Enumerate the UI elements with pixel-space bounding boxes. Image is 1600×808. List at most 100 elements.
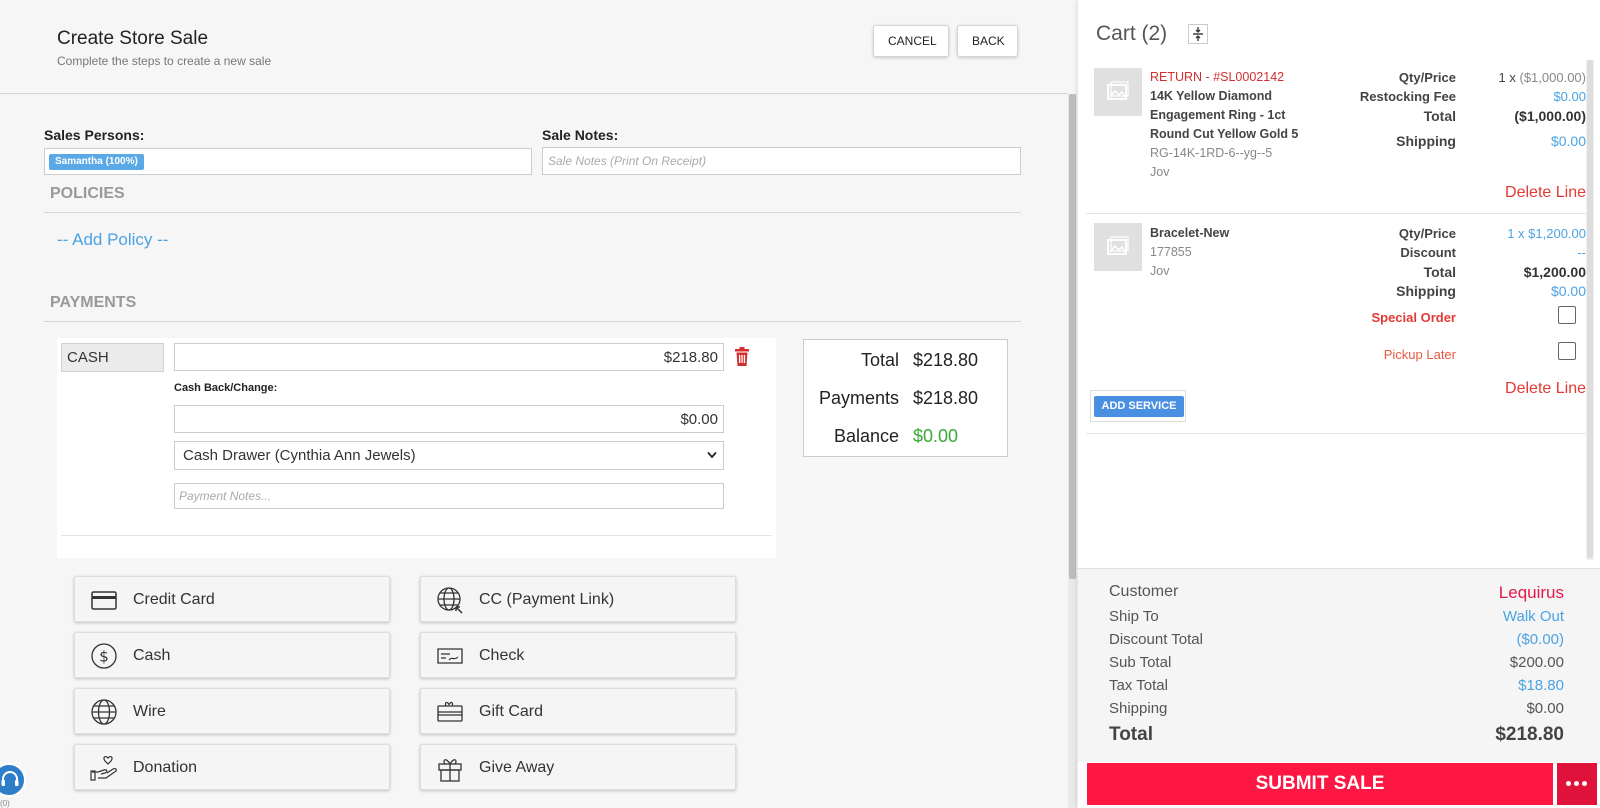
cashback-label: Cash Back/Change: bbox=[174, 382, 278, 394]
image-placeholder-icon bbox=[1107, 236, 1129, 255]
payment-notes-input[interactable] bbox=[174, 483, 724, 509]
delete-line-button[interactable]: Delete Line bbox=[1505, 380, 1586, 398]
special-order-checkbox[interactable] bbox=[1558, 306, 1576, 324]
totals-row-total: Total $218.80 bbox=[804, 350, 1009, 374]
main-panel: Create Store Sale Complete the steps to … bbox=[0, 0, 1068, 808]
ship-to-value[interactable]: Walk Out bbox=[1503, 608, 1564, 625]
gift-card-button[interactable]: Gift Card bbox=[420, 688, 736, 734]
donation-label: Donation bbox=[133, 759, 198, 776]
delete-line-button[interactable]: Delete Line bbox=[1505, 184, 1586, 202]
cart-summary: Customer Lequirus Ship To Walk Out Disco… bbox=[1078, 568, 1600, 762]
more-dot-icon bbox=[1574, 781, 1579, 786]
chevron-down-icon bbox=[707, 451, 717, 459]
item-name: Bracelet-New bbox=[1150, 226, 1230, 240]
item-sku: RG-14K-1RD-6--yg--5 bbox=[1150, 146, 1273, 160]
grand-total-value: $218.80 bbox=[1495, 724, 1564, 745]
sale-notes-input[interactable] bbox=[542, 147, 1021, 175]
summary-ship-to-row: Ship To Walk Out bbox=[1109, 608, 1564, 628]
credit-card-label: Credit Card bbox=[133, 591, 215, 608]
customer-label: Customer bbox=[1109, 583, 1179, 600]
pickup-later-checkbox[interactable] bbox=[1558, 342, 1576, 360]
sale-notes-label: Sale Notes: bbox=[542, 127, 619, 143]
cc-payment-link-label: CC (Payment Link) bbox=[479, 591, 615, 608]
summary-discount-row: Discount Total ($0.00) bbox=[1109, 631, 1564, 651]
shipping-value[interactable]: $0.00 bbox=[1551, 283, 1586, 299]
wire-label: Wire bbox=[133, 703, 166, 720]
main-scrollbar[interactable] bbox=[1068, 94, 1077, 808]
shipping-label: Shipping bbox=[1396, 133, 1456, 149]
credit-card-icon bbox=[91, 591, 117, 610]
discount-label: Discount bbox=[1400, 245, 1456, 260]
balance-label: Balance bbox=[833, 426, 899, 446]
more-options-button[interactable] bbox=[1557, 763, 1597, 805]
item-name-line: Round Cut Yellow Gold 5 bbox=[1150, 127, 1299, 141]
qty-price-value[interactable]: 1 x $1,200.00 bbox=[1507, 226, 1586, 241]
tax-total-value[interactable]: $18.80 bbox=[1518, 677, 1564, 694]
add-service-button[interactable]: ADD SERVICE bbox=[1094, 396, 1184, 417]
cash-drawer-select[interactable]: Cash Drawer (Cynthia Ann Jewels) bbox=[174, 441, 724, 470]
item-vendor: Jov bbox=[1150, 165, 1170, 179]
discount-total-value[interactable]: ($0.00) bbox=[1516, 631, 1564, 648]
item-sku: 177855 bbox=[1150, 245, 1192, 259]
globe-icon bbox=[91, 699, 117, 725]
wire-button[interactable]: Wire bbox=[74, 688, 390, 734]
cart-scrollbar[interactable] bbox=[1586, 60, 1594, 560]
cc-payment-link-button[interactable]: CC (Payment Link) bbox=[420, 576, 736, 622]
gift-card-icon bbox=[437, 701, 463, 722]
back-button[interactable]: BACK bbox=[957, 25, 1018, 57]
cash-button[interactable]: $ Cash bbox=[74, 632, 390, 678]
cart-item-divider bbox=[1086, 433, 1586, 434]
item-vendor: Jov bbox=[1150, 264, 1170, 278]
main-scrollbar-thumb[interactable] bbox=[1069, 94, 1076, 579]
cart-scrollbar-thumb[interactable] bbox=[1587, 60, 1593, 558]
help-support-button[interactable] bbox=[0, 763, 26, 797]
discount-value[interactable]: -- bbox=[1577, 245, 1586, 260]
payment-amount-input[interactable] bbox=[174, 343, 724, 371]
collapse-icon[interactable] bbox=[1188, 24, 1208, 44]
shipping-label: Shipping bbox=[1396, 283, 1456, 299]
balance-value: $0.00 bbox=[913, 426, 959, 446]
item-total-label: Total bbox=[1423, 108, 1456, 124]
cart-panel: Cart (2) RETURN - #SL0002142 14K Yellow … bbox=[1078, 0, 1600, 808]
cart-items-list: RETURN - #SL0002142 14K Yellow Diamond E… bbox=[1086, 60, 1586, 560]
tax-total-label: Tax Total bbox=[1109, 677, 1168, 694]
price-value: $1,200.00 bbox=[1528, 226, 1586, 241]
credit-card-button[interactable]: Credit Card bbox=[74, 576, 390, 622]
donation-button[interactable]: Donation bbox=[74, 744, 390, 790]
change-amount-input[interactable] bbox=[174, 405, 724, 433]
cash-drawer-selected: Cash Drawer (Cynthia Ann Jewels) bbox=[183, 447, 416, 464]
shipping-value[interactable]: $0.00 bbox=[1551, 133, 1586, 149]
item-thumbnail bbox=[1094, 223, 1142, 271]
payment-line-card: CASH Cash Back/Change: Cash Drawer (Cynt… bbox=[57, 338, 776, 558]
customer-value[interactable]: Lequirus bbox=[1499, 583, 1564, 603]
submit-sale-button[interactable]: SUBMIT SALE bbox=[1087, 763, 1553, 805]
payments-title: PAYMENTS bbox=[50, 294, 137, 311]
cancel-button[interactable]: CANCEL bbox=[873, 25, 949, 57]
heart-hand-icon bbox=[90, 755, 117, 781]
sales-persons-field[interactable]: Samantha (100%) bbox=[44, 148, 532, 175]
app: Create Store Sale Complete the steps to … bbox=[0, 0, 1600, 808]
check-button[interactable]: Check bbox=[420, 632, 736, 678]
check-icon bbox=[437, 648, 463, 664]
give-away-button[interactable]: Give Away bbox=[420, 744, 736, 790]
sales-persons-label: Sales Persons: bbox=[44, 127, 145, 143]
gift-box-icon bbox=[438, 759, 462, 782]
page-subtitle: Complete the steps to create a new sale bbox=[57, 54, 272, 68]
cart-item-divider bbox=[1086, 213, 1586, 214]
trash-icon[interactable] bbox=[734, 347, 750, 366]
return-label: RETURN - #SL0002142 bbox=[1150, 70, 1285, 84]
svg-text:$: $ bbox=[99, 648, 109, 666]
headset-icon bbox=[1, 771, 19, 786]
qty-price-label: Qty/Price bbox=[1398, 70, 1456, 85]
add-policy-link[interactable]: -- Add Policy -- bbox=[57, 230, 168, 250]
qty-value: 1 x bbox=[1507, 226, 1525, 241]
subtotal-label: Sub Total bbox=[1109, 654, 1172, 671]
item-name-line: Engagement Ring - 1ct bbox=[1150, 108, 1286, 122]
sales-person-chip[interactable]: Samantha (100%) bbox=[49, 154, 144, 170]
payment-method-tag: CASH bbox=[61, 343, 164, 372]
payments-label: Payments bbox=[818, 388, 899, 408]
restocking-fee-value[interactable]: $0.00 bbox=[1553, 89, 1586, 104]
totals-row-payments: Payments $218.80 bbox=[804, 388, 1009, 412]
payments-value: $218.80 bbox=[913, 388, 979, 408]
item-total-value: ($1,000.00) bbox=[1514, 108, 1586, 124]
